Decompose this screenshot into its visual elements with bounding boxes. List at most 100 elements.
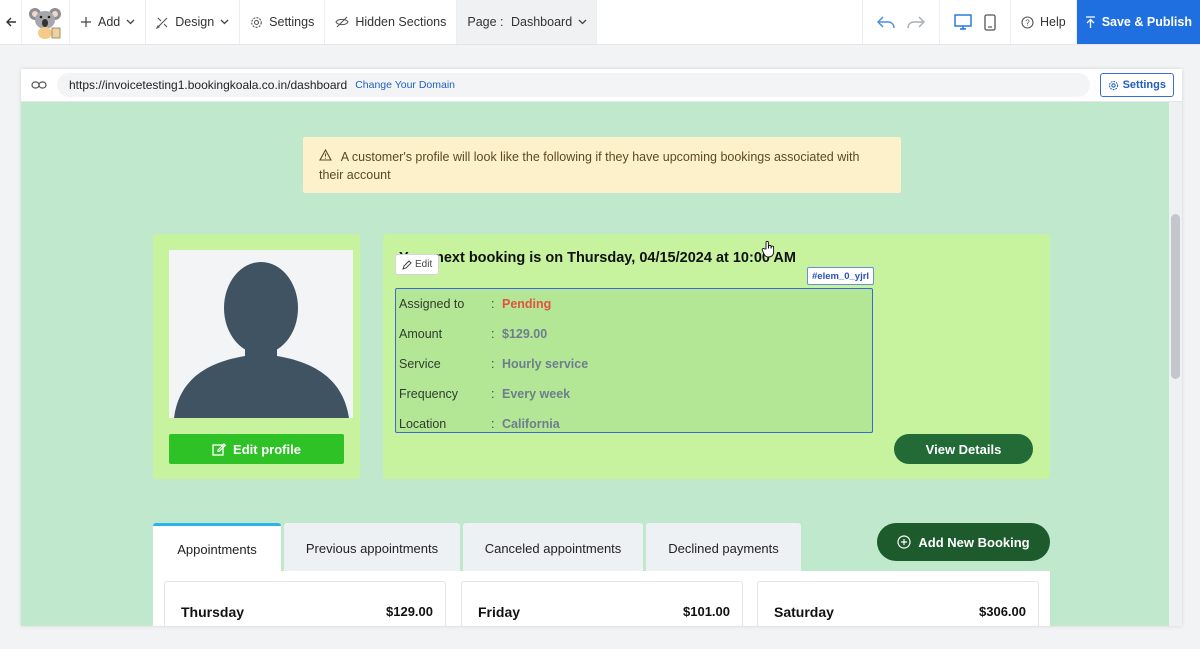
hand-cursor-icon bbox=[761, 240, 777, 263]
settings-label: Settings bbox=[269, 15, 315, 29]
edit-element-button[interactable]: Edit bbox=[395, 254, 440, 275]
design-tools-icon bbox=[156, 16, 169, 29]
chevron-down-icon bbox=[578, 19, 587, 25]
detail-label: Frequency bbox=[399, 387, 459, 401]
help-button[interactable]: ? Help bbox=[1011, 0, 1077, 44]
detail-row-assigned: Assigned to : Pending bbox=[399, 289, 551, 319]
question-circle-icon: ? bbox=[1021, 15, 1034, 29]
desktop-icon[interactable] bbox=[954, 14, 972, 30]
tab-previous-appointments[interactable]: Previous appointments bbox=[284, 523, 460, 573]
url-text: https://invoicetesting1.bookingkoala.co.… bbox=[69, 78, 348, 92]
appointment-day: Saturday bbox=[774, 604, 834, 620]
upload-icon bbox=[1085, 15, 1096, 29]
edit-profile-button[interactable]: Edit profile bbox=[169, 434, 344, 464]
detail-row-frequency: Frequency : Every week bbox=[399, 379, 570, 409]
url-field: https://invoicetesting1.bookingkoala.co.… bbox=[57, 73, 1090, 97]
user-silhouette-icon bbox=[174, 262, 349, 418]
appointment-day: Thursday bbox=[181, 604, 245, 620]
detail-label: Amount bbox=[399, 327, 443, 341]
detail-separator: : bbox=[491, 297, 495, 311]
add-new-booking-button[interactable]: Add New Booking bbox=[877, 523, 1050, 561]
appointment-amount: $101.00 bbox=[683, 604, 730, 619]
detail-separator: : bbox=[491, 357, 495, 371]
add-new-booking-label: Add New Booking bbox=[918, 534, 1030, 550]
device-toggle-group bbox=[940, 0, 1011, 44]
appointment-card[interactable]: Thursday $129.00 bbox=[164, 581, 446, 626]
tab-declined-payments[interactable]: Declined payments bbox=[646, 523, 801, 573]
link-icon bbox=[31, 80, 47, 90]
redo-icon[interactable] bbox=[907, 15, 925, 29]
gear-icon bbox=[250, 16, 263, 29]
next-booking-title: Your next booking is on Thursday, 04/15/… bbox=[399, 250, 796, 266]
settings-menu[interactable]: Settings bbox=[240, 0, 326, 44]
hidden-sections-menu[interactable]: Hidden Sections bbox=[325, 0, 458, 44]
pencil-icon bbox=[402, 259, 412, 270]
top-toolbar: Add Design Settings Hidden Sections Page… bbox=[0, 0, 1200, 45]
page-value: Dashboard bbox=[511, 15, 573, 29]
scrollbar-thumb[interactable] bbox=[1171, 214, 1180, 379]
hidden-sections-label: Hidden Sections bbox=[355, 15, 447, 29]
appointment-day: Friday bbox=[478, 604, 521, 620]
add-label: Add bbox=[98, 15, 121, 29]
detail-row-location: Location : California bbox=[399, 409, 560, 439]
help-label: Help bbox=[1039, 15, 1066, 29]
undo-icon[interactable] bbox=[876, 15, 895, 29]
detail-label: Location bbox=[399, 417, 447, 431]
page-canvas: A customer's profile will look like the … bbox=[21, 102, 1169, 626]
booking-details-box[interactable]: Assigned to : Pending Amount : $129.00 S… bbox=[395, 288, 873, 433]
add-menu[interactable]: Add bbox=[70, 0, 147, 44]
tab-canceled-appointments[interactable]: Canceled appointments bbox=[463, 523, 643, 573]
detail-separator: : bbox=[491, 387, 495, 401]
chevron-down-icon bbox=[220, 19, 229, 25]
edit-square-icon bbox=[212, 442, 227, 456]
design-label: Design bbox=[175, 15, 215, 29]
toolbar-spacer bbox=[597, 0, 863, 44]
appointment-card[interactable]: Friday $101.00 bbox=[461, 581, 743, 626]
edit-element-label: Edit bbox=[415, 259, 433, 270]
edit-profile-label: Edit profile bbox=[233, 441, 301, 457]
appointment-amount: $306.00 bbox=[979, 604, 1026, 619]
detail-value: California bbox=[502, 417, 560, 431]
detail-label: Service bbox=[399, 357, 441, 371]
profile-card: Edit profile bbox=[153, 234, 360, 479]
appointments-panel: Thursday $129.00 Friday $101.00 Saturday… bbox=[153, 571, 1050, 626]
plus-circle-icon bbox=[897, 535, 911, 549]
arrow-left-icon bbox=[5, 16, 17, 28]
avatar bbox=[169, 250, 353, 418]
detail-row-service: Service : Hourly service bbox=[399, 349, 588, 379]
appointment-tabs: Appointments Previous appointments Cance… bbox=[153, 523, 801, 573]
view-details-button[interactable]: View Details bbox=[894, 434, 1033, 464]
element-id-tag: #elem_0_yjrl bbox=[807, 267, 875, 285]
tab-appointments[interactable]: Appointments bbox=[153, 523, 281, 573]
appointment-amount: $129.00 bbox=[386, 604, 433, 619]
detail-row-amount: Amount : $129.00 bbox=[399, 319, 547, 349]
detail-value: Hourly service bbox=[502, 357, 589, 371]
change-domain-link[interactable]: Change Your Domain bbox=[355, 79, 455, 91]
save-publish-button[interactable]: Save & Publish bbox=[1076, 0, 1200, 44]
koala-logo bbox=[22, 0, 70, 44]
warning-icon bbox=[319, 149, 332, 161]
site-settings-button[interactable]: Settings bbox=[1099, 73, 1174, 97]
profile-notice: A customer's profile will look like the … bbox=[303, 137, 901, 193]
preview-frame: https://invoicetesting1.bookingkoala.co.… bbox=[21, 69, 1182, 626]
eye-slash-icon bbox=[335, 16, 349, 28]
detail-separator: : bbox=[491, 417, 495, 431]
notice-text: A customer's profile will look like the … bbox=[319, 150, 860, 182]
site-settings-label: Settings bbox=[1122, 79, 1166, 91]
page-prefix: Page : bbox=[467, 15, 504, 29]
back-button[interactable] bbox=[0, 0, 22, 44]
detail-value: Every week bbox=[502, 387, 571, 401]
detail-label: Assigned to bbox=[399, 297, 465, 311]
koala-logo-icon bbox=[28, 8, 61, 39]
page-select[interactable]: Page : Dashboard bbox=[457, 0, 598, 44]
detail-value: Pending bbox=[502, 297, 552, 311]
chevron-down-icon bbox=[126, 19, 135, 25]
save-publish-label: Save & Publish bbox=[1101, 15, 1192, 29]
svg-text:?: ? bbox=[1025, 18, 1030, 27]
plus-icon bbox=[80, 16, 92, 28]
gear-icon bbox=[1108, 80, 1119, 91]
detail-value: $129.00 bbox=[502, 327, 548, 341]
mobile-icon[interactable] bbox=[984, 13, 996, 31]
appointment-card[interactable]: Saturday $306.00 bbox=[757, 581, 1039, 626]
design-menu[interactable]: Design bbox=[146, 0, 241, 44]
